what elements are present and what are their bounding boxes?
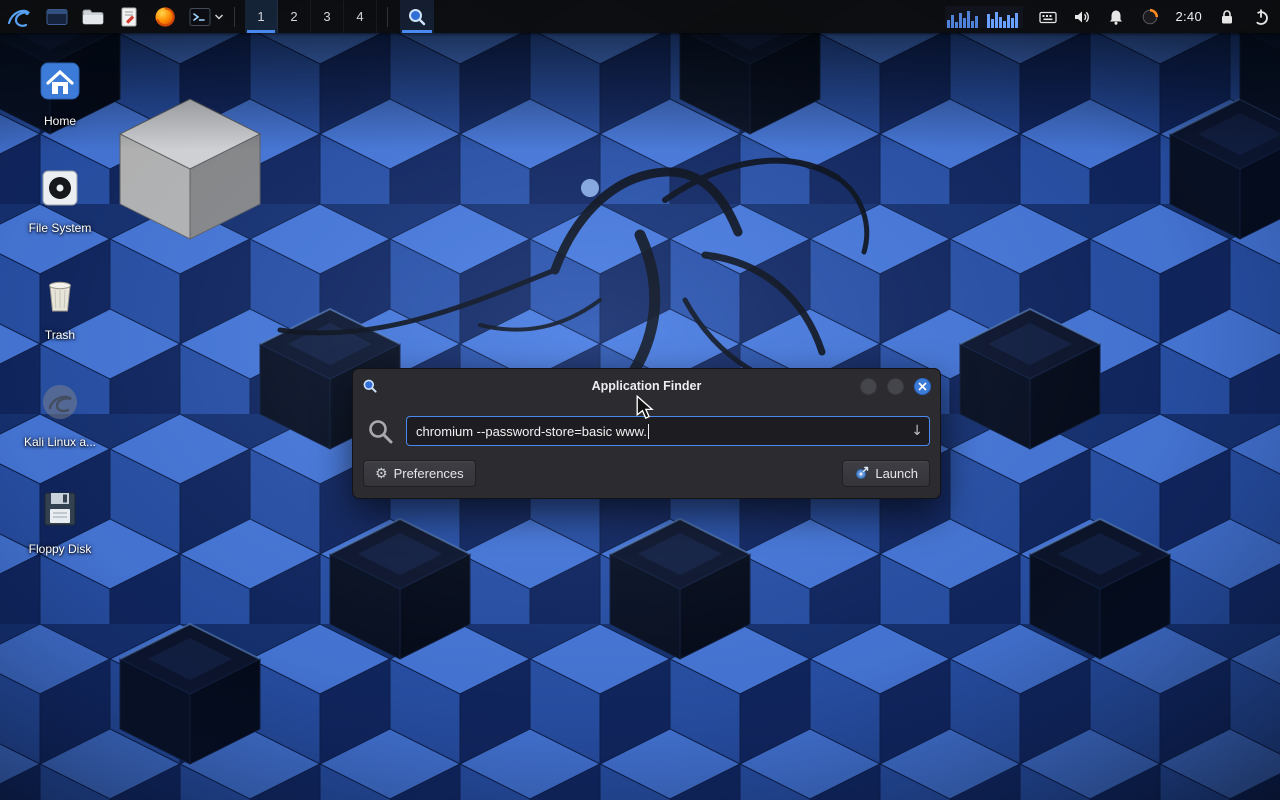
workspace-3[interactable]: 3 bbox=[311, 0, 344, 33]
firefox-launcher[interactable] bbox=[154, 6, 176, 28]
desktop-icon-column: Home File System Trash bbox=[12, 52, 108, 587]
desktop-icon-floppy-disk[interactable]: Floppy Disk bbox=[12, 480, 108, 587]
search-input-value: chromium --password-store=basic www. bbox=[416, 424, 647, 439]
chevron-down-icon[interactable] bbox=[214, 12, 224, 22]
workspace-1[interactable]: 1 bbox=[245, 0, 278, 33]
app-finder-icon bbox=[407, 7, 427, 27]
desktop-icon-kali-documents[interactable]: Kali Linux a... bbox=[12, 373, 108, 480]
volume-icon[interactable] bbox=[1073, 8, 1091, 26]
kali-menu-button[interactable] bbox=[0, 0, 38, 33]
taskbar-app-finder-button[interactable] bbox=[400, 0, 434, 33]
terminal-launcher[interactable] bbox=[189, 6, 224, 28]
close-icon bbox=[918, 382, 927, 391]
preferences-button[interactable]: ⚙ Preferences bbox=[363, 460, 476, 487]
desktop-icon-label: File System bbox=[29, 222, 92, 235]
search-icon bbox=[367, 418, 394, 445]
window-title: Application Finder bbox=[353, 379, 940, 393]
launch-icon bbox=[854, 466, 869, 481]
firefox-icon bbox=[154, 6, 176, 28]
desktop-icon-label: Home bbox=[44, 115, 76, 128]
panel-separator bbox=[387, 7, 388, 27]
window-launcher[interactable] bbox=[46, 6, 68, 28]
terminal-icon bbox=[189, 6, 211, 28]
file-system-icon bbox=[38, 166, 82, 210]
maximize-button[interactable] bbox=[887, 378, 904, 395]
kali-documents-icon bbox=[38, 380, 82, 424]
workspace-switcher: 1 2 3 4 bbox=[245, 0, 377, 33]
history-dropdown-arrow[interactable]: ↓ bbox=[911, 417, 923, 445]
gear-icon: ⚙ bbox=[375, 467, 388, 481]
close-button[interactable] bbox=[914, 378, 931, 395]
system-load-graph[interactable] bbox=[945, 6, 1023, 28]
desktop-icon-file-system[interactable]: File System bbox=[12, 159, 108, 266]
logout-icon[interactable] bbox=[1252, 8, 1270, 26]
desktop-icon-trash[interactable]: Trash bbox=[12, 266, 108, 373]
titlebar[interactable]: Application Finder bbox=[353, 369, 940, 403]
workspace-4[interactable]: 4 bbox=[344, 0, 377, 33]
text-editor-launcher[interactable] bbox=[118, 6, 140, 28]
lock-icon[interactable] bbox=[1218, 8, 1236, 26]
app-finder-window-icon bbox=[362, 378, 378, 394]
text-editor-icon bbox=[118, 6, 140, 28]
floppy-disk-icon bbox=[37, 486, 83, 532]
clock[interactable]: 2:40 bbox=[1175, 9, 1202, 24]
search-input[interactable]: chromium --password-store=basic www. ↓ bbox=[406, 416, 930, 446]
trash-icon bbox=[37, 272, 83, 318]
window-icon bbox=[46, 6, 68, 28]
text-caret bbox=[648, 424, 649, 439]
minimize-button[interactable] bbox=[860, 378, 877, 395]
notifications-bell-icon[interactable] bbox=[1107, 8, 1125, 26]
desktop-icon-label: Kali Linux a... bbox=[24, 436, 96, 449]
launch-button-label: Launch bbox=[875, 466, 918, 481]
panel-launchers bbox=[46, 6, 176, 28]
file-manager-launcher[interactable] bbox=[82, 6, 104, 28]
desktop-icon-label: Floppy Disk bbox=[29, 543, 92, 556]
file-manager-icon bbox=[82, 6, 104, 28]
status-indicator-icon[interactable] bbox=[1141, 8, 1159, 26]
keyboard-icon[interactable] bbox=[1039, 8, 1057, 26]
workspace-2[interactable]: 2 bbox=[278, 0, 311, 33]
launch-button[interactable]: Launch bbox=[842, 460, 930, 487]
system-tray: 2:40 bbox=[945, 6, 1280, 28]
application-finder-window: Application Finder chromium --password-s… bbox=[352, 368, 941, 499]
home-icon bbox=[37, 58, 83, 104]
top-panel: 1 2 3 4 bbox=[0, 0, 1280, 33]
panel-separator bbox=[234, 7, 235, 27]
desktop-icon-home[interactable]: Home bbox=[12, 52, 108, 159]
kali-menu-icon bbox=[6, 4, 32, 30]
desktop-icon-label: Trash bbox=[45, 329, 75, 342]
preferences-button-label: Preferences bbox=[394, 466, 464, 481]
